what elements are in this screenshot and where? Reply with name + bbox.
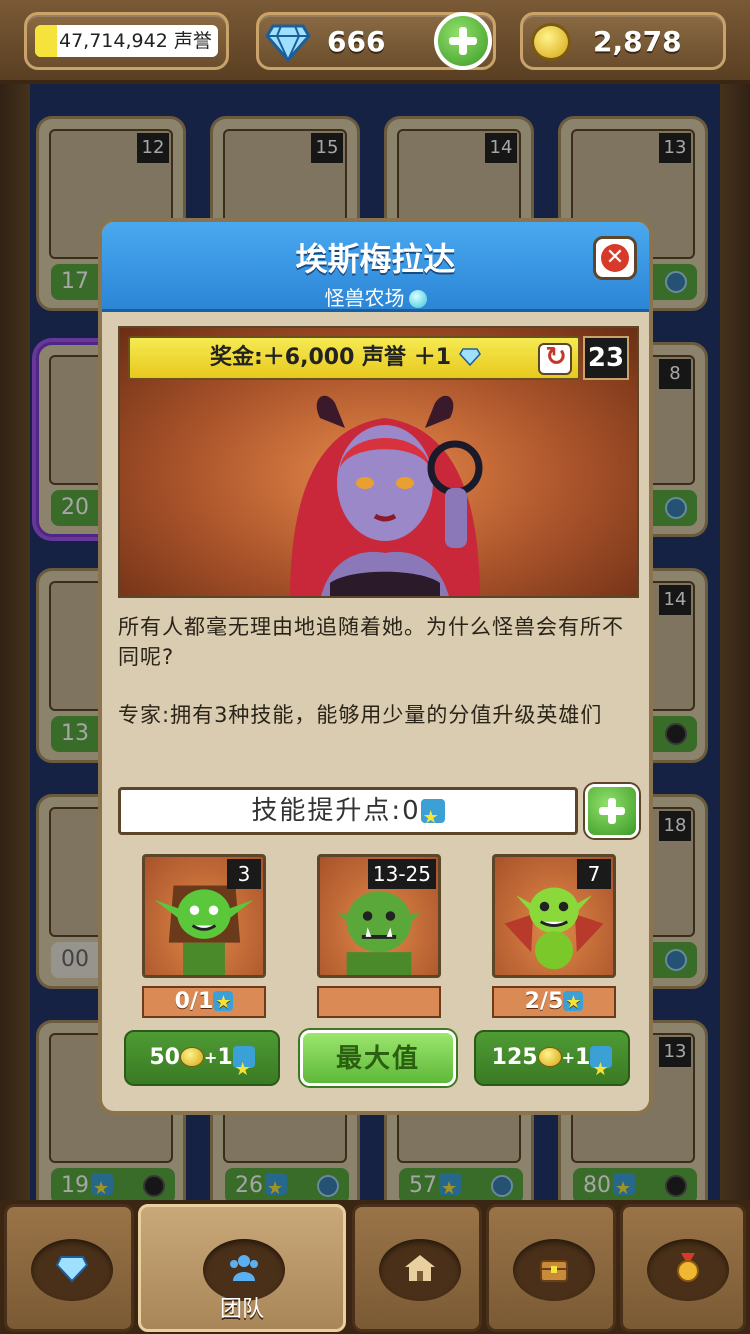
add-skill-points-button[interactable] xyxy=(585,784,639,838)
upgrade-skill-button[interactable]: 125 +1 xyxy=(474,1030,630,1096)
flavor-text: 所有人都毫无理由地追随着她。为什么怪兽会有所不同呢? xyxy=(118,615,624,669)
modal-header: 埃斯梅拉达 怪兽农场 ✕ xyxy=(102,222,649,312)
gem-value: 666 xyxy=(327,25,386,58)
diamond-icon xyxy=(458,348,481,366)
upgrade-skill-button[interactable]: 50 +1 xyxy=(124,1030,280,1096)
location-orb-icon xyxy=(408,290,427,308)
bonus-text: 奖金:＋6,000 声誉 ＋1 xyxy=(210,345,452,370)
star-icon xyxy=(213,989,234,1017)
star-icon xyxy=(420,797,445,839)
reputation-progress-fill xyxy=(35,25,57,57)
bonus-banner: 奖金:＋6,000 声誉 ＋1 xyxy=(128,336,580,380)
coin-icon xyxy=(531,23,571,61)
skill-level-tag: 3 xyxy=(227,859,261,889)
coin-counter: 2,878 xyxy=(520,12,726,70)
skill-progress xyxy=(317,986,441,1018)
tab-chest[interactable] xyxy=(486,1204,616,1332)
max-level-button[interactable]: 最大值 xyxy=(300,1030,456,1086)
skill-orc[interactable]: 13-25 xyxy=(317,854,441,978)
refresh-bonus-button[interactable] xyxy=(538,342,572,375)
tab-gems[interactable] xyxy=(4,1204,134,1332)
gem-icon xyxy=(55,1256,89,1283)
demon-girl-portrait xyxy=(290,395,483,596)
tab-team[interactable]: 团队 xyxy=(138,1204,346,1332)
chest-icon xyxy=(540,1260,568,1282)
reputation-value: 47,714,942 声誉 xyxy=(59,30,212,52)
skill-points-text: 技能提升点:0 xyxy=(251,796,421,826)
skill-progress: 0/1 xyxy=(142,986,266,1018)
star-icon xyxy=(590,1044,613,1096)
coin-icon xyxy=(179,1047,204,1067)
skill-level-tag: 13-25 xyxy=(367,859,436,889)
team-icon xyxy=(230,1255,258,1281)
reputation-counter: 47,714,942 声誉 xyxy=(24,12,229,70)
tab-label: 团队 xyxy=(219,1297,264,1322)
house-icon xyxy=(405,1255,435,1281)
hero-name: 埃斯梅拉达 xyxy=(295,240,456,278)
bottom-nav: 团队 xyxy=(0,1200,750,1334)
tab-achievements[interactable] xyxy=(620,1204,746,1332)
skill-goblin-rogue[interactable]: 3 xyxy=(142,854,266,978)
medal-icon xyxy=(677,1253,699,1282)
coin-value: 2,878 xyxy=(593,25,682,58)
coin-icon xyxy=(537,1047,562,1067)
hero-detail-modal: 埃斯梅拉达 怪兽农场 ✕ 奖金:＋6,000 声誉 ＋1 23 xyxy=(98,218,653,1115)
star-icon xyxy=(563,989,584,1017)
hero-description: 所有人都毫无理由地追随着她。为什么怪兽会有所不同呢? 专家:拥有3种技能，能够用… xyxy=(118,612,638,758)
specialty-text: 专家:拥有3种技能，能够用少量的分值升级英雄们 xyxy=(118,703,603,727)
skill-winged-goblin[interactable]: 7 xyxy=(492,854,616,978)
star-icon xyxy=(232,1044,255,1096)
diamond-icon xyxy=(265,24,311,62)
hero-level-badge: 23 xyxy=(583,336,629,380)
top-resource-bar: 47,714,942 声誉 666 2,878 xyxy=(0,0,750,84)
buy-gems-button[interactable] xyxy=(434,12,492,70)
tab-buildings[interactable] xyxy=(352,1204,482,1332)
skill-level-tag: 7 xyxy=(577,859,611,889)
close-button[interactable]: ✕ xyxy=(593,236,637,280)
skill-progress: 2/5 xyxy=(492,986,616,1018)
hero-portrait-scene: 奖金:＋6,000 声誉 ＋1 23 xyxy=(118,326,639,598)
skill-points-display: 技能提升点:0 xyxy=(118,787,578,839)
close-icon: ✕ xyxy=(601,244,629,272)
hero-location: 怪兽农场 xyxy=(102,282,649,311)
